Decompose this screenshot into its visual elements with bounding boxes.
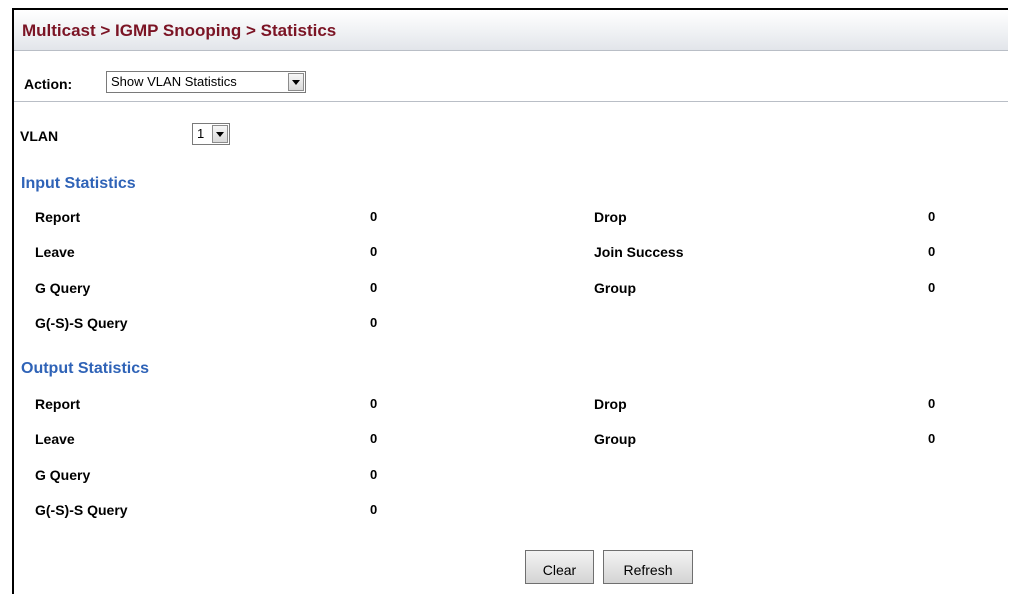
input-gss-query-value: 0 [370,315,378,330]
refresh-button-label: Refresh [623,562,673,578]
output-group-label: Group [594,431,636,447]
output-drop-label: Drop [594,396,627,412]
action-row: Action: Show VLAN Statistics [14,51,1008,102]
input-leave-label: Leave [35,244,75,260]
output-leave-label: Leave [35,431,75,447]
input-report-label: Report [35,209,81,225]
title-bar: Multicast > IGMP Snooping > Statistics [14,10,1008,51]
input-group-label: Group [594,280,636,296]
output-statistics-heading: Output Statistics [21,360,150,377]
input-join-success-value: 0 [928,244,936,259]
content-frame: Multicast > IGMP Snooping > Statistics A… [12,8,1008,594]
refresh-button[interactable]: Refresh [603,550,693,584]
chevron-down-icon[interactable] [288,73,304,91]
output-g-query-value: 0 [370,467,378,482]
action-select[interactable]: Show VLAN Statistics [106,71,306,93]
input-g-query-label: G Query [35,280,91,296]
input-g-query-value: 0 [370,280,378,295]
page-title: Multicast > IGMP Snooping > Statistics [22,21,337,40]
input-group-value: 0 [928,280,936,295]
input-drop-label: Drop [594,209,627,225]
chevron-down-icon[interactable] [212,125,228,143]
input-report-value: 0 [370,209,378,224]
action-select-value: Show VLAN Statistics [111,74,237,89]
input-gss-query-label: G(-S)-S Query [35,315,128,331]
output-report-value: 0 [370,396,378,411]
input-join-success-label: Join Success [594,244,684,260]
output-report-label: Report [35,396,81,412]
vlan-select-value: 1 [197,126,205,141]
clear-button-label: Clear [542,562,577,578]
output-g-query-label: G Query [35,467,91,483]
output-gss-query-value: 0 [370,502,378,517]
input-statistics-heading: Input Statistics [21,175,136,192]
clear-button[interactable]: Clear [525,550,594,584]
vlan-select[interactable]: 1 [192,123,230,145]
input-leave-value: 0 [370,244,378,259]
vlan-label: VLAN [20,128,59,144]
output-gss-query-label: G(-S)-S Query [35,502,128,518]
output-group-value: 0 [928,431,936,446]
action-label: Action: [24,76,73,92]
input-drop-value: 0 [928,209,936,224]
output-drop-value: 0 [928,396,936,411]
output-leave-value: 0 [370,431,378,446]
